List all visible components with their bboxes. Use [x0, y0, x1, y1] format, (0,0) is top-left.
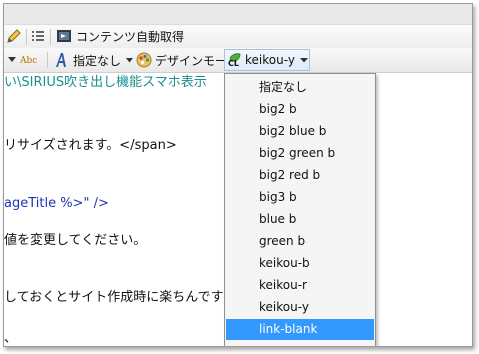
style-select[interactable]: 指定なし — [73, 54, 121, 68]
class-dropdown-list[interactable]: 指定なし big2 b big2 blue b big2 green b big… — [224, 73, 376, 346]
content-fetch-icon[interactable] — [56, 28, 72, 44]
abc-style-icon[interactable]: Abc — [20, 54, 37, 68]
toolbar-row-1: コンテンツ自動取得 — [4, 4, 472, 48]
fetch-content-button[interactable]: コンテンツ自動取得 — [76, 30, 184, 44]
class-badge: CL — [228, 59, 239, 68]
toolbar-separator — [50, 29, 51, 45]
font-style-icon[interactable] — [54, 52, 68, 68]
dropdown-item[interactable]: keikou-b — [226, 253, 374, 274]
editor-line: 、 — [4, 331, 18, 346]
dropdown-item[interactable]: big2 blue b — [226, 121, 374, 142]
dropdown-item[interactable]: big2 b — [226, 99, 374, 120]
chevron-down-icon[interactable] — [126, 58, 133, 63]
editor-line: い\SIRIUS吹き出し機能スマホ表示 — [4, 75, 207, 90]
dropdown-item-selected[interactable]: link-blank — [226, 319, 374, 340]
class-selected-value: keikou-y — [245, 53, 295, 67]
dropdown-item[interactable]: keikou-y — [226, 297, 374, 318]
dropdown-item[interactable]: green b — [226, 231, 374, 252]
editor-line: 値を変更してください。 — [4, 233, 147, 248]
dropdown-item[interactable]: big3 b — [226, 187, 374, 208]
list-icon[interactable] — [31, 29, 45, 43]
toolbar-separator — [47, 52, 48, 68]
toolbar-row-2: Abc 指定なし デザインモード CL keikou-y — [4, 48, 472, 73]
palette-icon[interactable] — [136, 52, 152, 68]
chevron-down-icon[interactable] — [8, 57, 16, 63]
dropdown-item[interactable]: 指定なし — [226, 77, 374, 98]
dropdown-item[interactable]: big2 red b — [226, 165, 374, 186]
editor-line: ageTitle %>" /> — [4, 196, 109, 211]
dropdown-item[interactable]: blue b — [226, 209, 374, 230]
editor-window: コンテンツ自動取得 Abc 指定なし デザインモード CL keikou-y い… — [3, 3, 473, 347]
dropdown-item[interactable]: big2 green b — [226, 143, 374, 164]
toolbar-strip — [4, 24, 472, 48]
editor-line: しておくとサイト作成時に楽ちんです — [4, 290, 224, 305]
editor-line: リサイズされます。</span> — [4, 138, 177, 153]
toolbar-separator — [26, 29, 27, 45]
chevron-down-icon[interactable] — [300, 58, 308, 63]
class-selector[interactable]: CL keikou-y — [224, 49, 310, 71]
pencil-icon[interactable] — [6, 28, 22, 44]
dropdown-item[interactable]: keikou-r — [226, 275, 374, 296]
toolbar-top-band — [4, 4, 472, 26]
